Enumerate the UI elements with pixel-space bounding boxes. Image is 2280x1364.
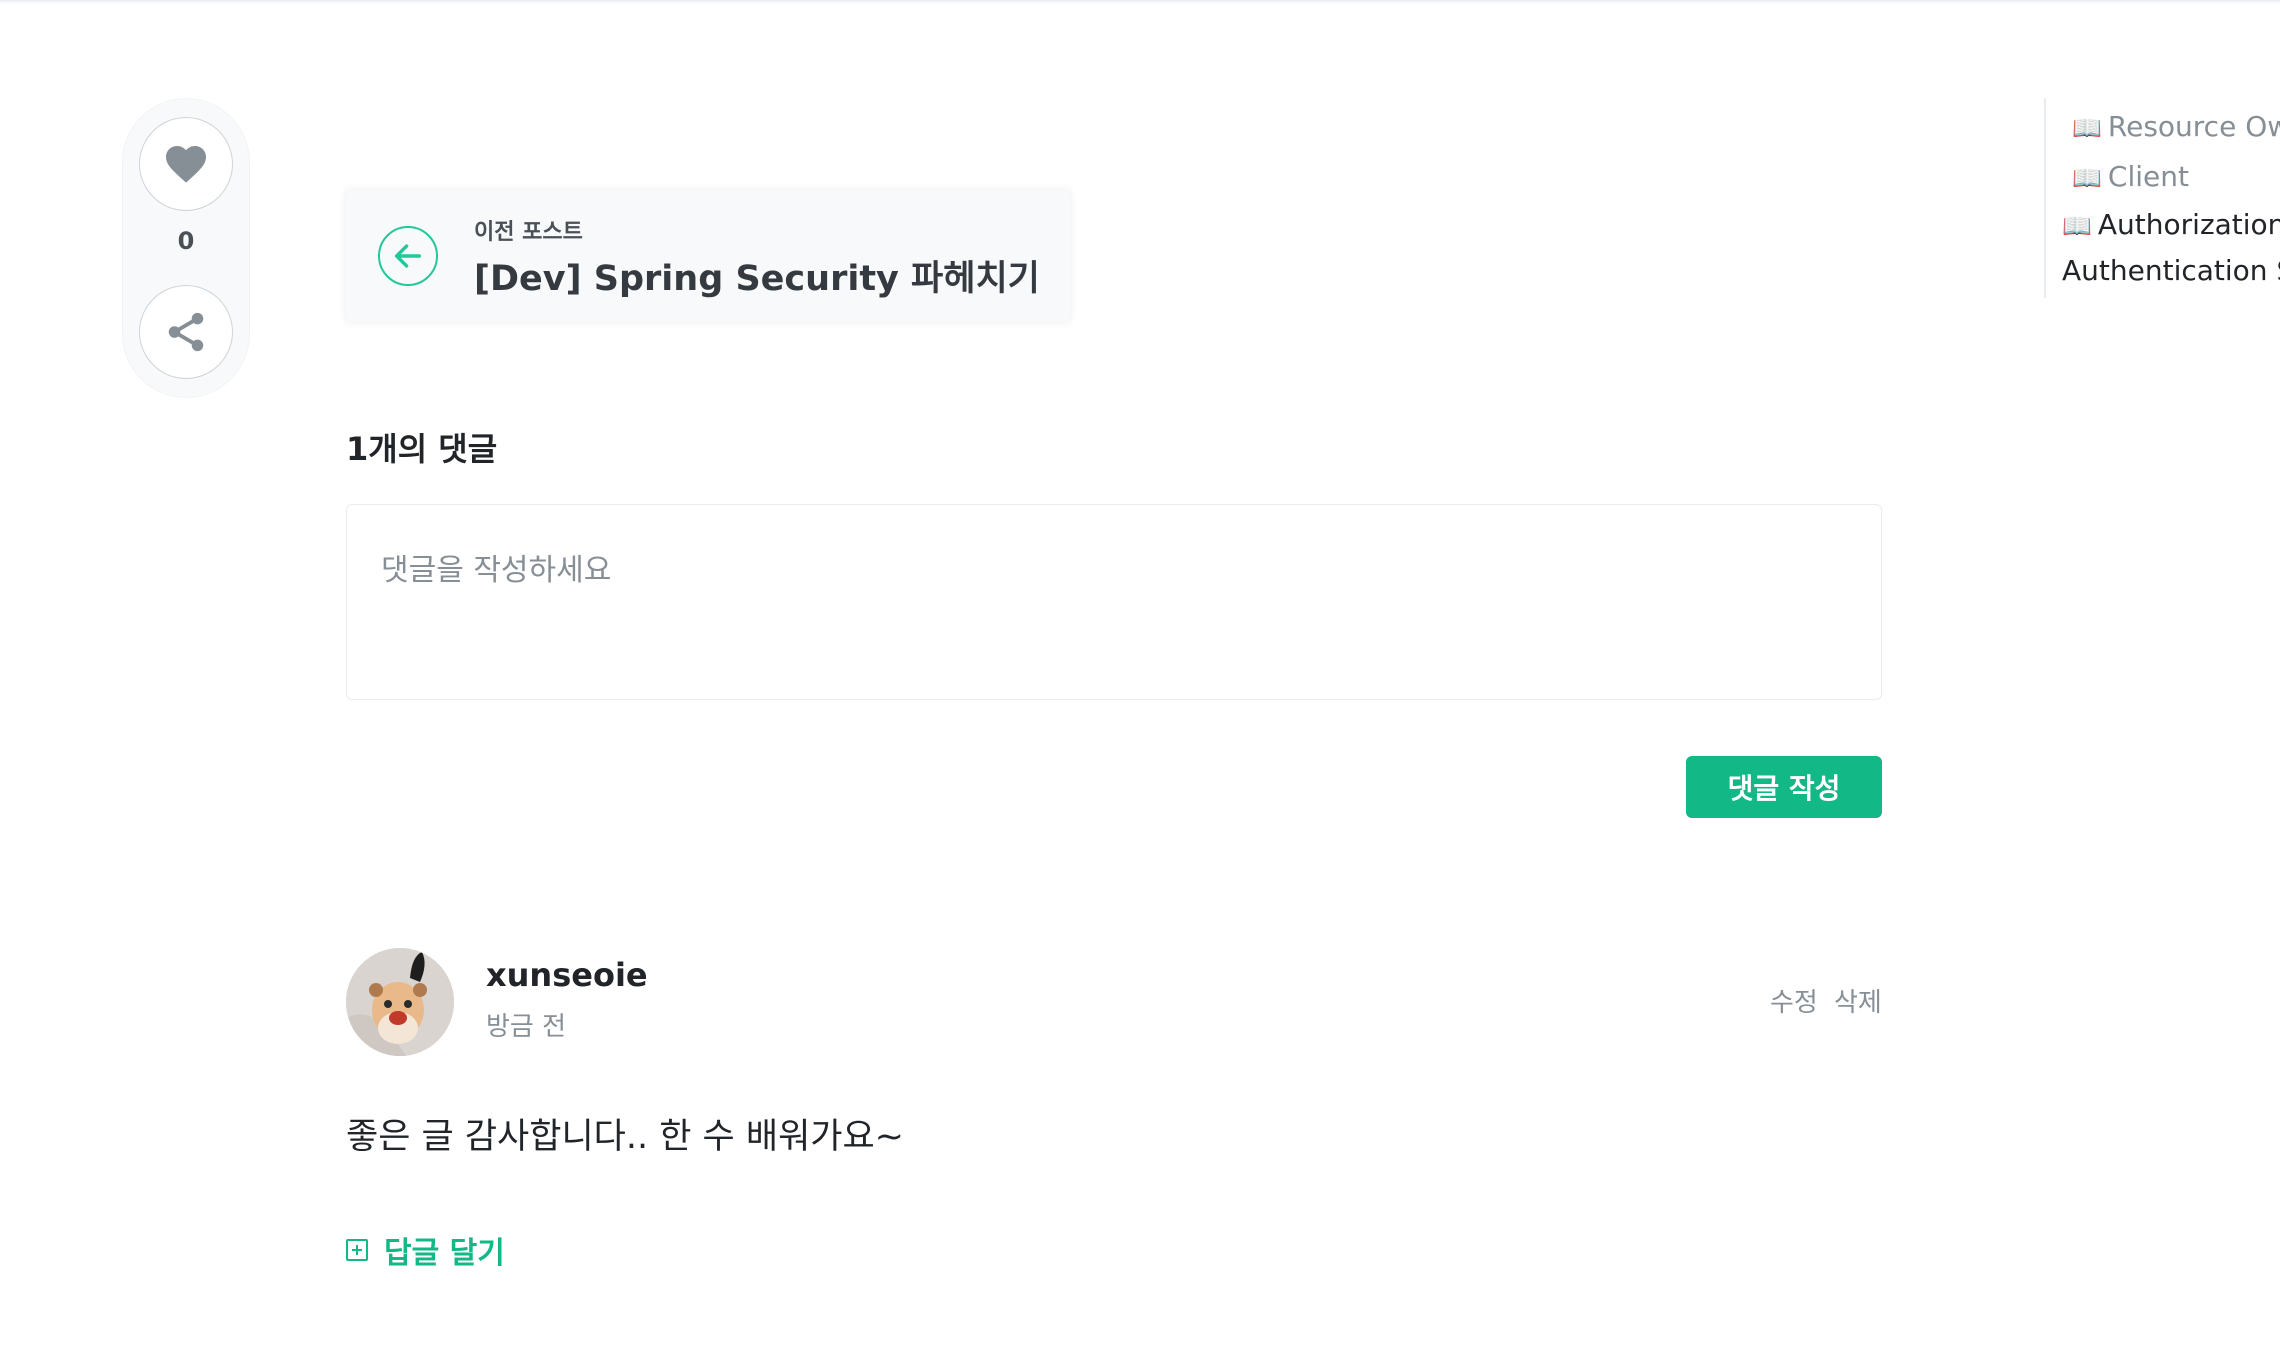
previous-post-card[interactable]: 이전 포스트 [Dev] Spring Security 파헤치기	[346, 190, 1070, 322]
avatar[interactable]	[346, 948, 454, 1056]
plus-box-icon	[346, 1239, 368, 1261]
header-shadow	[0, 0, 2280, 4]
heart-icon	[166, 146, 206, 183]
like-count: 0	[177, 227, 195, 255]
reply-toggle-button[interactable]: 답글 달기	[346, 1228, 505, 1272]
previous-post-label: 이전 포스트	[474, 220, 583, 245]
share-icon	[168, 312, 204, 352]
submit-comment-button[interactable]: 댓글 작성	[1686, 756, 1882, 818]
toc-item-authentication-server[interactable]: Authentication Server	[2062, 254, 2280, 287]
book-icon: 📖	[2062, 212, 2092, 240]
post-action-sidebar: 0	[122, 98, 250, 398]
toc-item-resource-owner[interactable]: 📖Resource Owner	[2072, 110, 2280, 143]
delete-comment-link[interactable]: 삭제	[1834, 982, 1882, 1019]
previous-post-title: [Dev] Spring Security 파헤치기	[474, 259, 1040, 299]
toc-item-label: Authentication Server	[2062, 254, 2280, 287]
comment-text: 좋은 글 감사합니다.. 한 수 배워가요~	[346, 1117, 905, 1157]
edit-comment-link[interactable]: 수정	[1770, 982, 1818, 1019]
toc-item-authorization-server[interactable]: 📖Authorization Server	[2062, 208, 2280, 241]
table-of-contents: 📖Resource Owner 📖Client 📖Authorization S…	[2044, 98, 2280, 298]
comment-time: 방금 전	[486, 1012, 567, 1042]
toc-item-label: Client	[2107, 160, 2189, 193]
share-button[interactable]	[139, 285, 233, 379]
comments-count-heading: 1개의 댓글	[346, 430, 498, 468]
arrow-left-icon	[378, 226, 438, 286]
toc-item-label: Authorization Server	[2097, 208, 2280, 241]
reply-toggle-label: 답글 달기	[384, 1236, 505, 1271]
comment-author[interactable]: xunseoie	[486, 956, 648, 994]
book-icon: 📖	[2072, 114, 2102, 142]
toc-item-client[interactable]: 📖 Client	[2072, 160, 2189, 193]
book-icon: 📖	[2072, 164, 2102, 192]
toc-item-label: Resource Owner	[2107, 110, 2280, 143]
comment-input[interactable]	[346, 504, 1882, 700]
like-button[interactable]	[139, 117, 233, 211]
